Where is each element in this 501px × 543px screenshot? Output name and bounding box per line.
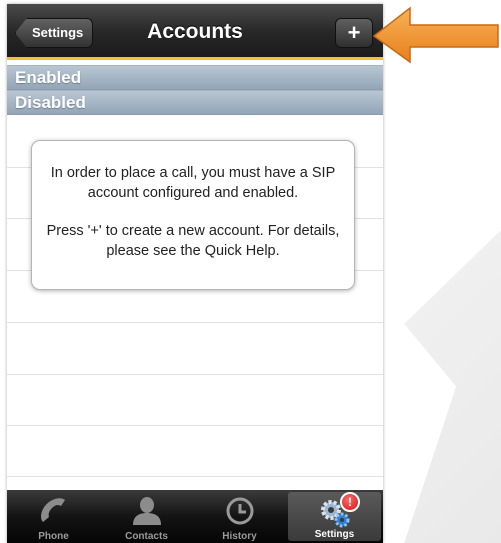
phone-screen: Settings Accounts + Enabled Disabled In …	[7, 4, 383, 543]
tab-phone[interactable]: Phone	[7, 490, 100, 543]
table-row-divider	[7, 374, 383, 375]
background-watermark	[404, 230, 501, 543]
tab-history[interactable]: History	[193, 490, 286, 543]
section-header-enabled: Enabled	[7, 65, 383, 90]
alert-badge: !	[340, 492, 360, 512]
add-account-button[interactable]: +	[335, 18, 373, 48]
tab-contacts[interactable]: Contacts	[100, 490, 193, 543]
table-row-divider	[7, 425, 383, 426]
settings-back-button[interactable]: Settings	[15, 18, 93, 48]
no-account-message: In order to place a call, you must have …	[31, 140, 355, 290]
tab-label: Contacts	[125, 531, 168, 542]
contacts-icon	[130, 496, 164, 529]
tab-label: Phone	[38, 531, 69, 542]
orange-arrow-icon	[372, 6, 499, 64]
tab-label: History	[222, 531, 257, 542]
table-row-divider	[7, 476, 383, 477]
section-header-disabled: Disabled	[7, 90, 383, 115]
table-row-divider	[7, 322, 383, 323]
phone-icon	[37, 496, 71, 529]
navigation-bar: Settings Accounts +	[7, 4, 383, 60]
tab-settings[interactable]: ! Settings	[288, 492, 381, 541]
page-title: Accounts	[147, 20, 243, 43]
tab-bar: Phone Contacts History ! Settings	[7, 490, 383, 543]
message-requirement-text: In order to place a call, you must have …	[50, 165, 336, 201]
message-instruction-text: Press '+' to create a new account. For d…	[46, 223, 340, 259]
history-icon	[223, 496, 257, 529]
tab-label: Settings	[314, 529, 355, 540]
